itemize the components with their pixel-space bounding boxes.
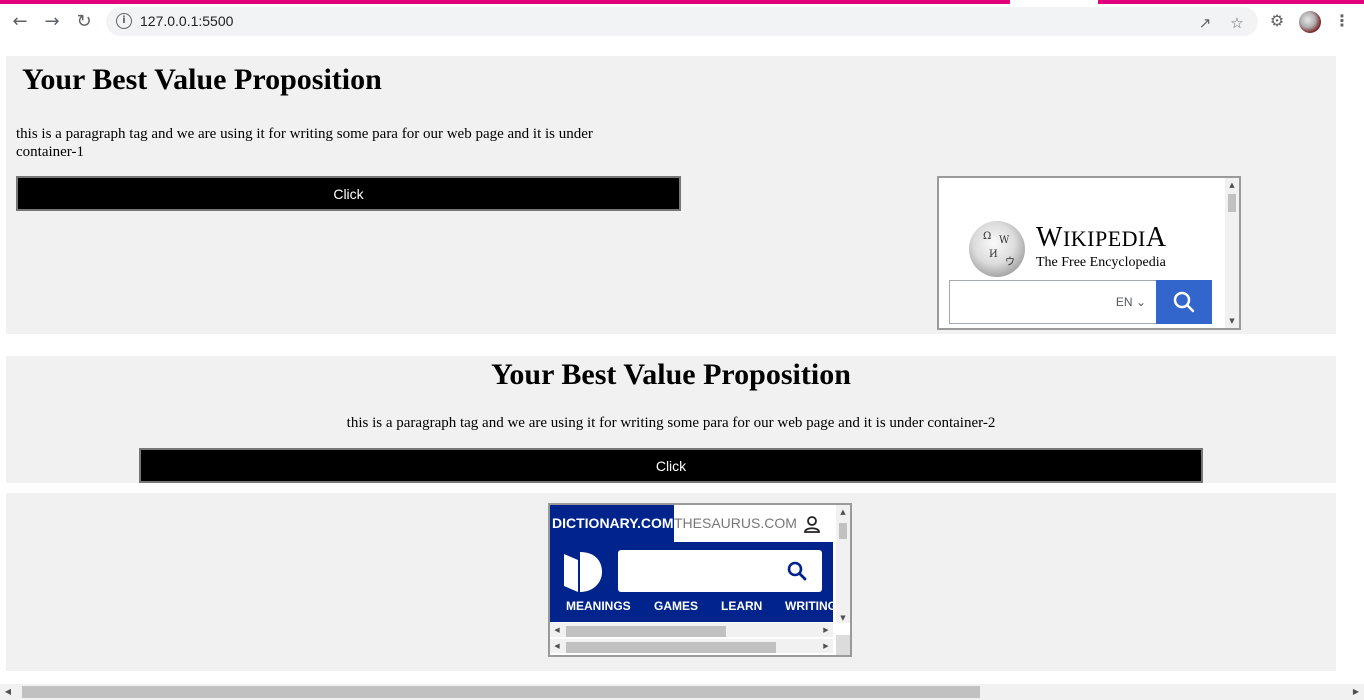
dictionary-vertical-scrollbar[interactable]: ▲ ▼ [836, 505, 850, 623]
reload-icon[interactable]: ↻ [72, 9, 96, 33]
wikipedia-wordmark: WIKIPEDIA [1036, 222, 1167, 253]
wikipedia-tagline: The Free Encyclopedia [1036, 255, 1166, 270]
scroll-thumb[interactable] [566, 642, 776, 653]
container-1-paragraph-line1: this is a paragraph tag and we are using… [16, 126, 593, 142]
dictionary-horizontal-scrollbar-1[interactable]: ◀ ▶ [550, 623, 833, 637]
container-1-paragraph: this is a paragraph tag and we are using… [16, 125, 676, 161]
container-1-heading: Your Best Value Proposition [22, 63, 382, 96]
wikipedia-search-button[interactable] [1156, 280, 1212, 324]
dictionary-horizontal-scrollbar-2[interactable]: ◀ ▶ [550, 639, 833, 653]
tab-dictionary[interactable]: DICTIONARY.COM [550, 505, 674, 542]
nav-games[interactable]: GAMES [654, 599, 698, 613]
address-bar[interactable]: i 127.0.0.1:5500 ↗ ☆ [106, 7, 1258, 36]
wikipedia-globe-logo-icon: Ω W И ウ [969, 221, 1025, 277]
nav-meanings[interactable]: MEANINGS [566, 599, 631, 613]
browser-toolbar: ← → ↻ i 127.0.0.1:5500 ↗ ☆ ⚙ ⋮ [0, 0, 1364, 41]
dictionary-search-band: MEANINGS GAMES LEARN WRITING [550, 542, 833, 622]
avatar[interactable] [1299, 11, 1321, 33]
page-scroll-thumb[interactable] [22, 686, 980, 698]
info-icon[interactable]: i [116, 13, 132, 29]
star-icon[interactable]: ☆ [1228, 14, 1246, 32]
tab-strip [0, 0, 1010, 4]
scroll-right-arrow-icon[interactable]: ▶ [1348, 684, 1364, 700]
wikipedia-iframe[interactable]: ▲ ▼ Ω W И ウ WIKIPEDIA The Free Encyclope… [937, 176, 1241, 330]
scroll-left-arrow-icon[interactable]: ◀ [550, 625, 564, 635]
scroll-down-arrow-icon[interactable]: ▼ [1225, 316, 1239, 326]
scroll-left-arrow-icon[interactable]: ◀ [0, 684, 16, 700]
wikipedia-language-select[interactable]: EN ⌄ [1116, 295, 1146, 309]
extensions-icon[interactable]: ⚙ [1266, 10, 1288, 32]
scroll-right-arrow-icon[interactable]: ▶ [819, 625, 833, 635]
wikipedia-search-input[interactable]: EN ⌄ [949, 280, 1157, 324]
container-1: Your Best Value Proposition this is a pa… [6, 56, 1336, 334]
nav-learn[interactable]: LEARN [721, 599, 762, 613]
share-icon[interactable]: ↗ [1196, 14, 1214, 32]
scroll-corner [836, 635, 850, 655]
container-2-heading: Your Best Value Proposition [491, 358, 851, 391]
dictionary-search-input[interactable] [618, 550, 822, 592]
user-icon[interactable] [802, 514, 822, 534]
container-3: DICTIONARY.COM THESAURUS.COM MEANINGS GA… [6, 493, 1336, 671]
menu-icon[interactable]: ⋮ [1331, 10, 1353, 32]
container-2-paragraph: this is a paragraph tag and we are using… [346, 415, 996, 431]
scroll-down-arrow-icon[interactable]: ▼ [836, 613, 850, 623]
container-2-click-button[interactable]: Click [139, 448, 1203, 483]
forward-icon[interactable]: → [40, 9, 64, 33]
scroll-thumb[interactable] [1228, 194, 1236, 212]
scroll-right-arrow-icon[interactable]: ▶ [819, 641, 833, 651]
tab-strip-right [1098, 0, 1364, 4]
container-2: Your Best Value Proposition this is a pa… [6, 356, 1336, 483]
dictionary-logo-icon [564, 552, 602, 592]
dictionary-iframe[interactable]: DICTIONARY.COM THESAURUS.COM MEANINGS GA… [548, 503, 852, 657]
search-icon [1173, 291, 1195, 313]
container-1-click-button[interactable]: Click [16, 176, 681, 211]
scroll-thumb[interactable] [566, 626, 726, 637]
scroll-up-arrow-icon[interactable]: ▲ [836, 507, 850, 517]
wikipedia-vertical-scrollbar[interactable]: ▲ ▼ [1225, 178, 1239, 328]
chevron-down-icon: ⌄ [1135, 295, 1146, 309]
scroll-thumb[interactable] [839, 523, 847, 539]
scroll-left-arrow-icon[interactable]: ◀ [550, 641, 564, 651]
page-horizontal-scrollbar[interactable]: ◀ ▶ [0, 684, 1364, 700]
search-icon[interactable] [786, 560, 808, 582]
scroll-up-arrow-icon[interactable]: ▲ [1225, 180, 1239, 190]
container-1-paragraph-line2: container-1 [16, 144, 84, 160]
back-icon[interactable]: ← [8, 9, 32, 33]
page-viewport: Your Best Value Proposition this is a pa… [0, 41, 1364, 684]
tab-thesaurus[interactable]: THESAURUS.COM [674, 505, 799, 542]
nav-writing[interactable]: WRITING [785, 599, 833, 613]
url-text: 127.0.0.1:5500 [140, 13, 234, 29]
dictionary-header: DICTIONARY.COM THESAURUS.COM [550, 505, 833, 542]
wikipedia-language-label: EN [1115, 295, 1133, 309]
